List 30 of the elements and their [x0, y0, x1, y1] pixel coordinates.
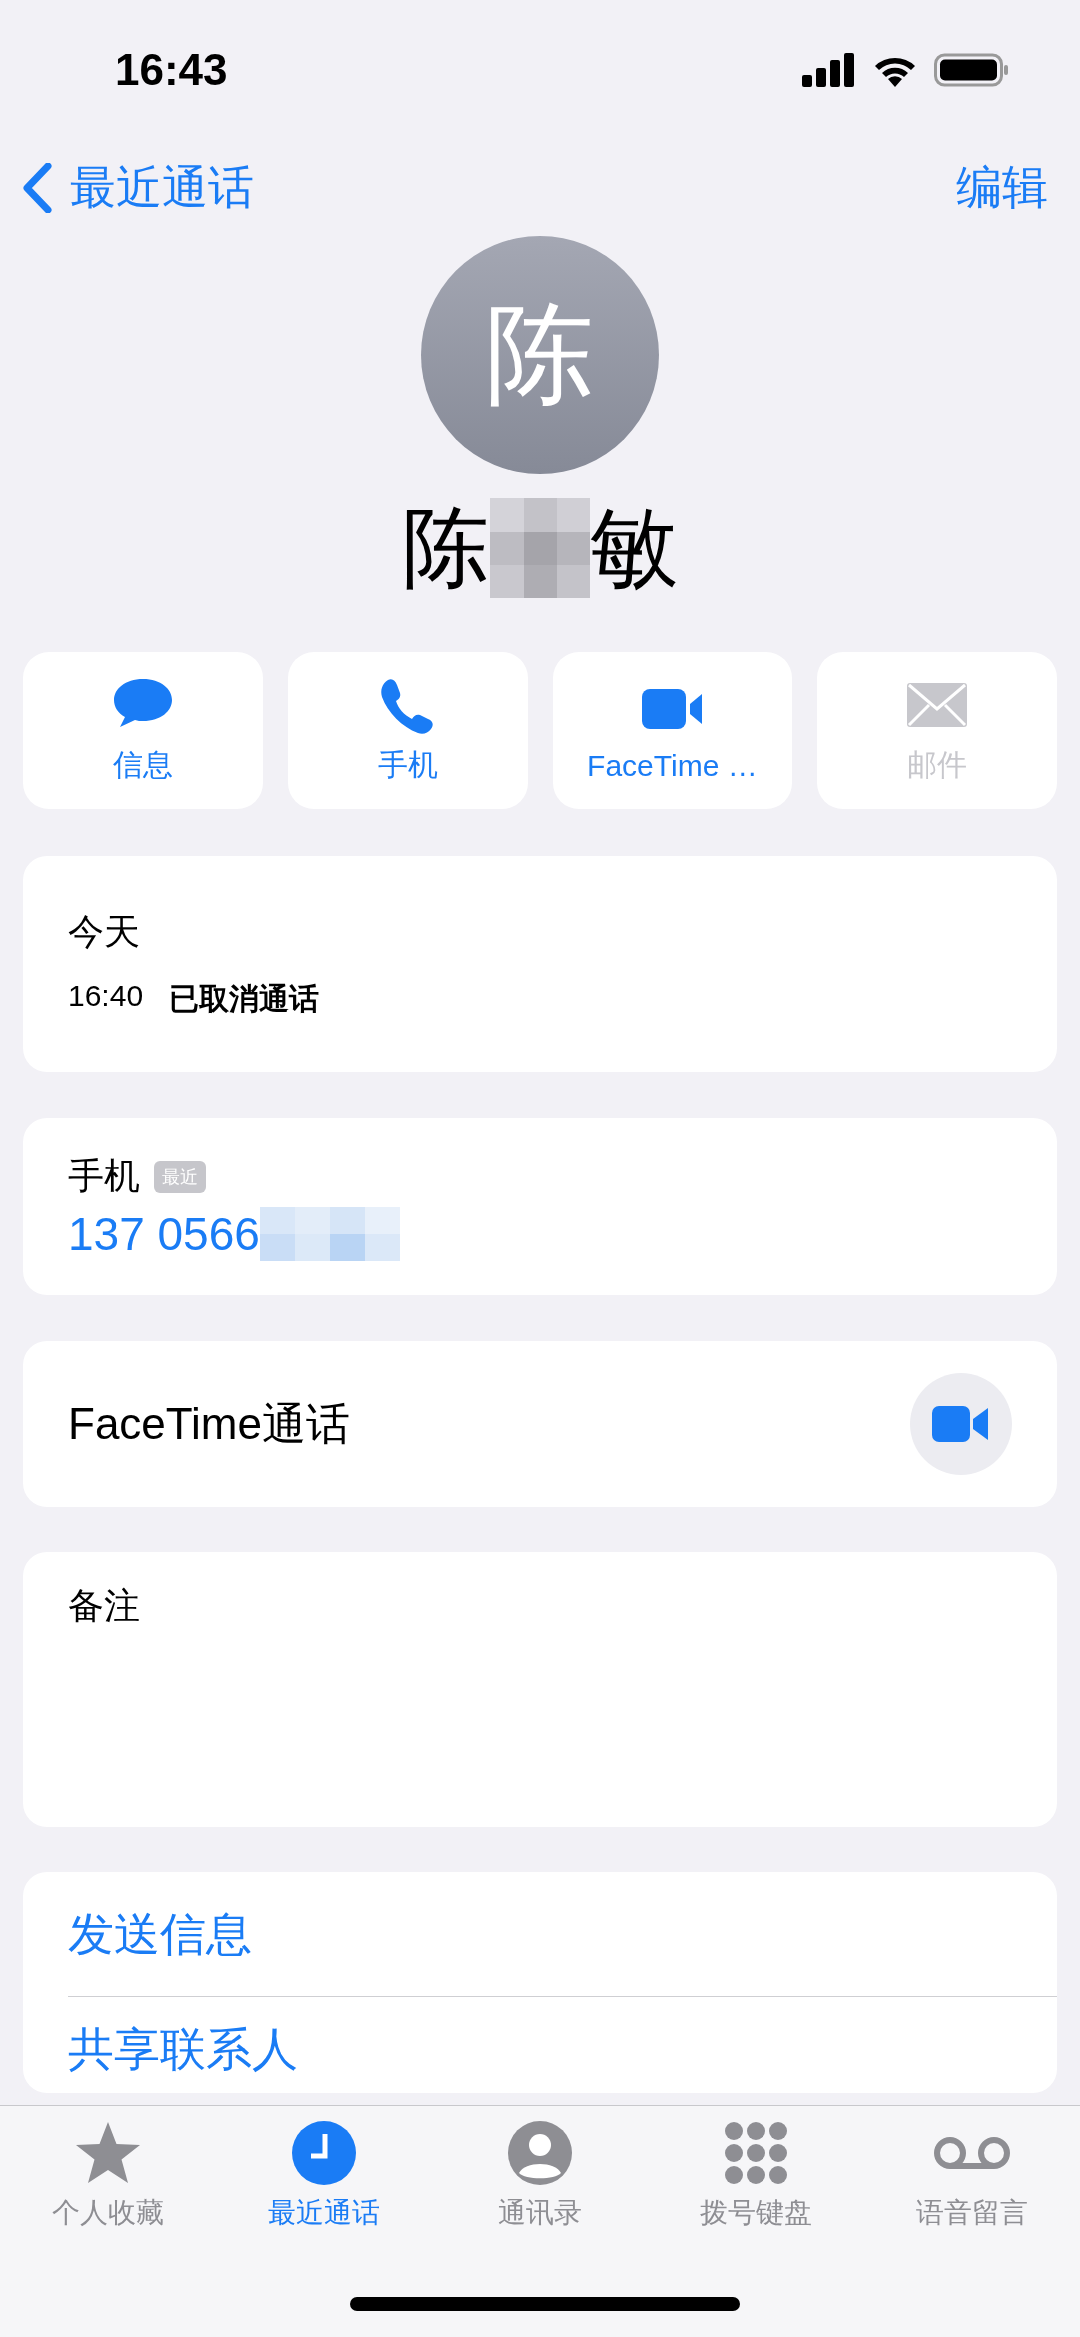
action-button[interactable]: 信息 [23, 652, 263, 809]
tab[interactable]: 最近通话 [216, 2120, 432, 2250]
call-status: 已取消通话 [169, 981, 320, 1017]
tab[interactable]: 语音留言 [864, 2120, 1080, 2250]
tab[interactable]: 通讯录 [432, 2120, 648, 2250]
notes-label: 备注 [68, 1584, 141, 1628]
recent-badge: 最近 [154, 1160, 206, 1193]
status-time: 16:43 [115, 45, 228, 95]
action-link[interactable]: 发送信息 [68, 1872, 1057, 1997]
battery-icon [934, 53, 1010, 87]
tab[interactable]: 拨号键盘 [648, 2120, 864, 2250]
tab[interactable]: 个人收藏 [0, 2120, 216, 2250]
contact-name: 陈 [402, 496, 490, 599]
contact-name: 敏 [590, 496, 678, 599]
phone-label: 手机 [68, 1154, 140, 1198]
clock-icon [289, 2120, 359, 2186]
signal-icon [802, 53, 856, 87]
action-button[interactable]: FaceTime … [552, 652, 793, 809]
action-link[interactable]: 共享联系人 [68, 1997, 1057, 2093]
call-time: 16:40 [68, 979, 144, 1014]
edit-button[interactable]: 编辑 [956, 157, 1048, 219]
facetime-label: FaceTime通话 [68, 1397, 350, 1450]
video-camera-icon [932, 1404, 990, 1444]
action-button[interactable]: 手机 [287, 652, 528, 809]
phone-number[interactable]: 137 0566 [68, 1207, 260, 1261]
call-day: 今天 [68, 908, 1012, 957]
back-button[interactable]: 最近通话 [22, 157, 254, 219]
person-icon [505, 2120, 575, 2186]
chevron-left-icon [22, 163, 52, 213]
contact-avatar: 陈 [421, 236, 659, 474]
